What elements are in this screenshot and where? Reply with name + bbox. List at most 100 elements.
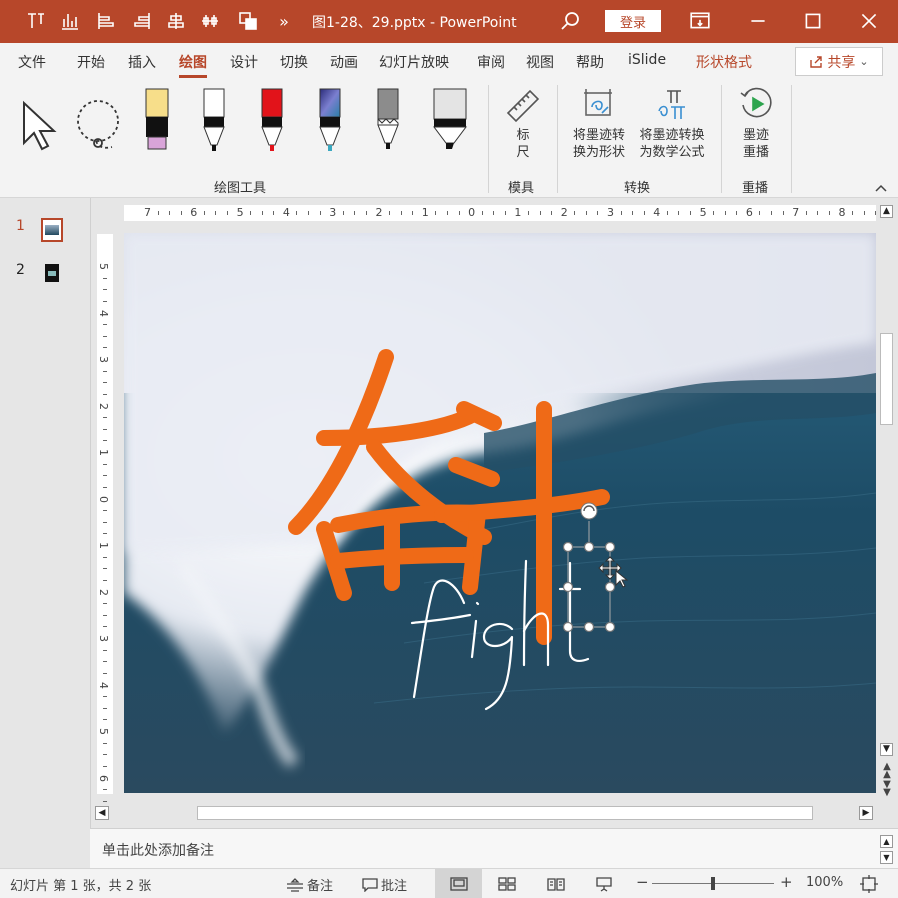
ruler-tick	[863, 211, 865, 215]
tab-design[interactable]: 设计	[230, 52, 258, 72]
previous-slide-icon[interactable]: ▲ ▲	[881, 762, 893, 780]
comments-button[interactable]: 批注	[362, 875, 407, 894]
ruler-tick-label: 0	[97, 495, 110, 503]
tab-transitions[interactable]: 切换	[280, 52, 308, 72]
share-icon	[810, 55, 823, 68]
fit-to-window-button[interactable]	[860, 875, 878, 897]
tab-slideshow[interactable]: 幻灯片放映	[379, 52, 449, 72]
ruler-tick	[805, 211, 807, 215]
arrange-icon[interactable]	[236, 9, 260, 33]
ruler-tick	[690, 211, 692, 215]
ink-to-shape-icon	[584, 89, 612, 116]
slide-canvas[interactable]	[124, 233, 876, 793]
ruler-tick	[103, 649, 107, 651]
chevron-down-icon: ⌄	[859, 55, 869, 68]
zoom-level[interactable]: 100%	[806, 875, 843, 890]
ruler-tick	[852, 211, 854, 215]
notes-scroll-down-icon[interactable]: ▼	[880, 851, 893, 864]
ruler-tick	[103, 626, 107, 628]
tab-view[interactable]: 视图	[526, 52, 554, 72]
reading-view-button[interactable]	[547, 877, 565, 895]
ribbon-display-options-icon[interactable]	[689, 10, 711, 32]
highlighter-yellow-icon[interactable]	[138, 85, 178, 155]
ruler-tick	[103, 521, 107, 523]
vertical-scroll-thumb[interactable]	[880, 333, 893, 425]
ruler-tick	[103, 579, 107, 581]
tab-islide[interactable]: iSlide	[628, 52, 666, 68]
distribute-icon[interactable]	[198, 9, 222, 33]
pen-red-icon[interactable]	[252, 85, 292, 155]
slideshow-icon	[596, 877, 612, 892]
slideshow-button[interactable]	[596, 876, 612, 896]
scroll-up-icon[interactable]: ▲	[880, 205, 893, 218]
maximize-icon[interactable]	[802, 10, 824, 32]
ruler-tick	[597, 211, 599, 215]
more-commands-icon[interactable]: »	[272, 9, 296, 33]
ruler-tick-label: 5	[97, 728, 110, 735]
tab-file[interactable]: 文件	[18, 52, 46, 72]
next-slide-icon[interactable]: ▼ ▼	[881, 780, 893, 798]
pen-galaxy-icon[interactable]	[310, 85, 350, 155]
scroll-left-icon[interactable]: ◀	[95, 806, 109, 820]
vertical-scrollbar[interactable]: ▲ ▼ ▲ ▲ ▼ ▼	[878, 203, 895, 801]
ruler-tick	[103, 382, 107, 384]
chart-icon[interactable]	[58, 9, 82, 33]
ink-replay-button[interactable]: 墨迹 重播	[734, 85, 778, 161]
tab-help[interactable]: 帮助	[576, 52, 604, 72]
tab-home[interactable]: 开始	[77, 52, 105, 72]
slide-thumbnail-2[interactable]	[45, 264, 59, 282]
align-right-icon[interactable]	[130, 9, 154, 33]
notes-pane[interactable]: 单击此处添加备注 ▲ ▼	[90, 828, 898, 869]
select-tool-icon[interactable]	[18, 97, 58, 153]
text-direction-icon[interactable]	[24, 9, 48, 33]
pen-white-icon[interactable]	[194, 85, 234, 155]
zoom-in-button[interactable]: +	[780, 873, 793, 891]
ruler-tick	[389, 211, 391, 215]
ruler-tick	[261, 211, 263, 215]
slide-thumbnail-1[interactable]	[41, 218, 63, 242]
reading-view-icon	[547, 878, 565, 891]
close-icon[interactable]	[858, 10, 880, 32]
ink-to-math-button[interactable]: 将墨迹转换 为数学公式	[634, 85, 710, 161]
tab-draw[interactable]: 绘图	[179, 52, 207, 78]
ruler-tick	[435, 211, 437, 215]
align-center-icon[interactable]	[164, 9, 188, 33]
horizontal-scroll-thumb[interactable]	[197, 806, 813, 820]
login-button[interactable]: 登录	[605, 10, 661, 32]
ruler-tick	[103, 370, 107, 372]
notes-toggle-button[interactable]: 备注	[286, 875, 333, 894]
zoom-slider-thumb[interactable]	[711, 877, 715, 890]
pencil-gray-icon[interactable]	[368, 85, 408, 155]
group-label-stencils: 模具	[508, 181, 535, 196]
ruler-tick	[308, 211, 310, 215]
ruler-tick	[103, 417, 107, 419]
lasso-select-icon[interactable]	[72, 97, 128, 153]
normal-view-button[interactable]	[435, 869, 482, 898]
tab-shape-format[interactable]: 形状格式	[696, 52, 752, 72]
notes-scroll-up-icon[interactable]: ▲	[880, 835, 893, 848]
ruler-tick	[103, 428, 107, 430]
ruler-tick	[180, 211, 182, 215]
tab-review[interactable]: 审阅	[477, 52, 505, 72]
slide-sorter-button[interactable]	[498, 877, 516, 895]
minimize-icon[interactable]	[747, 10, 769, 32]
slide-thumbnail-2-image	[48, 270, 56, 276]
ruler-tick	[574, 211, 576, 215]
collapse-ribbon-icon[interactable]	[874, 181, 888, 195]
tab-insert[interactable]: 插入	[128, 52, 156, 72]
zoom-out-button[interactable]: −	[636, 873, 649, 891]
marker-lightgray-icon[interactable]	[428, 85, 472, 155]
ruler-tick	[157, 211, 159, 215]
search-icon[interactable]	[560, 10, 582, 32]
share-button[interactable]: 共享 ⌄	[795, 47, 883, 76]
scroll-down-icon[interactable]: ▼	[880, 743, 893, 756]
ruler-button[interactable]: 标 尺	[501, 85, 545, 161]
tab-animations[interactable]: 动画	[330, 52, 358, 72]
ink-to-shape-button[interactable]: 将墨迹转 换为形状	[566, 85, 632, 161]
align-left-icon[interactable]	[94, 9, 118, 33]
horizontal-scrollbar[interactable]: ◀ ▶	[93, 803, 877, 823]
scroll-right-icon[interactable]: ▶	[859, 806, 873, 820]
ruler-tick	[585, 211, 587, 215]
ruler-tick	[643, 211, 645, 215]
ruler-tick-label: 3	[329, 206, 337, 219]
